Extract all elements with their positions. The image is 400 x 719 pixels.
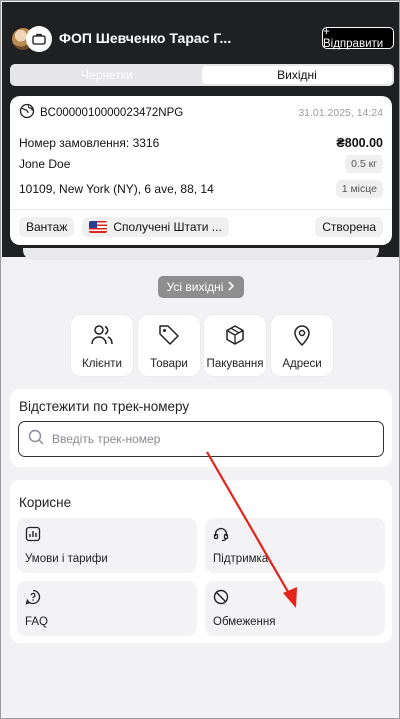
headset-icon xyxy=(213,526,229,547)
useful-support-label: Підтримка xyxy=(213,553,269,565)
tab-outgoing[interactable]: Вихідні xyxy=(202,66,392,84)
globe-icon xyxy=(19,103,35,122)
useful-faq[interactable]: FAQ xyxy=(17,581,197,636)
tile-goods[interactable]: Товари xyxy=(138,315,200,376)
useful-terms-tariffs[interactable]: Умови і тарифи xyxy=(17,518,197,573)
account-switcher[interactable] xyxy=(12,26,52,52)
useful-title: Корисне xyxy=(19,495,72,510)
cargo-type-chip: Вантаж xyxy=(19,217,75,237)
users-icon xyxy=(90,324,114,351)
weight-badge: 0.5 кг xyxy=(345,155,383,173)
prohibited-icon xyxy=(213,589,229,610)
cargo-type-label: Вантаж xyxy=(26,220,68,234)
recipient-name: Jone Doe xyxy=(19,157,71,171)
send-button[interactable]: + Відправити xyxy=(322,26,394,50)
all-outgoing-label: Усі вихідні xyxy=(166,280,224,294)
country-chip: Сполучені Штати ... xyxy=(82,217,229,237)
recipient-address: 10109, New York (NY), 6 ave, 88, 14 xyxy=(19,182,214,196)
places-badge: 1 місце xyxy=(335,180,383,198)
box-icon xyxy=(224,324,246,351)
search-icon xyxy=(28,429,44,450)
order-number: Номер замовлення: 3316 xyxy=(19,136,160,150)
useful-card: Корисне Умови і тарифи Підтримка FAQ Обм… xyxy=(10,480,392,643)
useful-faq-label: FAQ xyxy=(25,616,49,628)
divider xyxy=(10,209,392,210)
app-screen: ФОП Шевченко Тарас Г... + Відправити Чер… xyxy=(0,0,400,719)
tag-icon xyxy=(158,324,180,351)
status-badge: Створена xyxy=(315,217,383,237)
shipment-tabs: Чернетки Вихідні xyxy=(10,64,394,86)
tile-clients[interactable]: Клієнти xyxy=(71,315,133,376)
order-card[interactable]: BC0000010000023472NPG 31.01.2025, 14:24 … xyxy=(10,96,392,245)
company-name[interactable]: ФОП Шевченко Тарас Г... xyxy=(59,30,231,46)
tab-drafts[interactable]: Чернетки xyxy=(12,66,202,84)
briefcase-icon xyxy=(26,26,52,52)
status-label: Створена xyxy=(322,220,376,234)
tile-packaging[interactable]: Пакування xyxy=(204,315,266,376)
card-stack-shadow xyxy=(23,248,379,260)
all-outgoing-button[interactable]: Усі вихідні xyxy=(158,276,244,298)
tracking-search-box[interactable] xyxy=(18,421,384,457)
tracking-card: Відстежити по трек-номеру xyxy=(10,389,392,467)
tile-clients-label: Клієнти xyxy=(82,358,122,370)
chart-icon xyxy=(25,526,41,547)
map-pin-icon xyxy=(292,324,312,351)
useful-terms-label: Умови і тарифи xyxy=(25,553,108,565)
useful-support[interactable]: Підтримка xyxy=(205,518,385,573)
tile-packaging-label: Пакування xyxy=(206,358,264,370)
tile-addresses-label: Адреси xyxy=(282,358,322,370)
country-label: Сполучені Штати ... xyxy=(113,220,222,234)
tile-goods-label: Товари xyxy=(150,358,188,370)
order-date: 31.01.2025, 14:24 xyxy=(298,106,383,119)
us-flag-icon xyxy=(89,221,108,233)
tracking-number: BC0000010000023472NPG xyxy=(40,106,184,119)
useful-restrictions[interactable]: Обмеження xyxy=(205,581,385,636)
tile-addresses[interactable]: Адреси xyxy=(271,315,333,376)
order-price: ₴800.00 xyxy=(336,136,383,150)
useful-restrictions-label: Обмеження xyxy=(213,616,276,628)
question-icon xyxy=(25,589,41,610)
tracking-title: Відстежити по трек-номеру xyxy=(19,399,190,414)
chevron-right-icon xyxy=(227,280,235,294)
tracking-input[interactable] xyxy=(52,432,383,446)
